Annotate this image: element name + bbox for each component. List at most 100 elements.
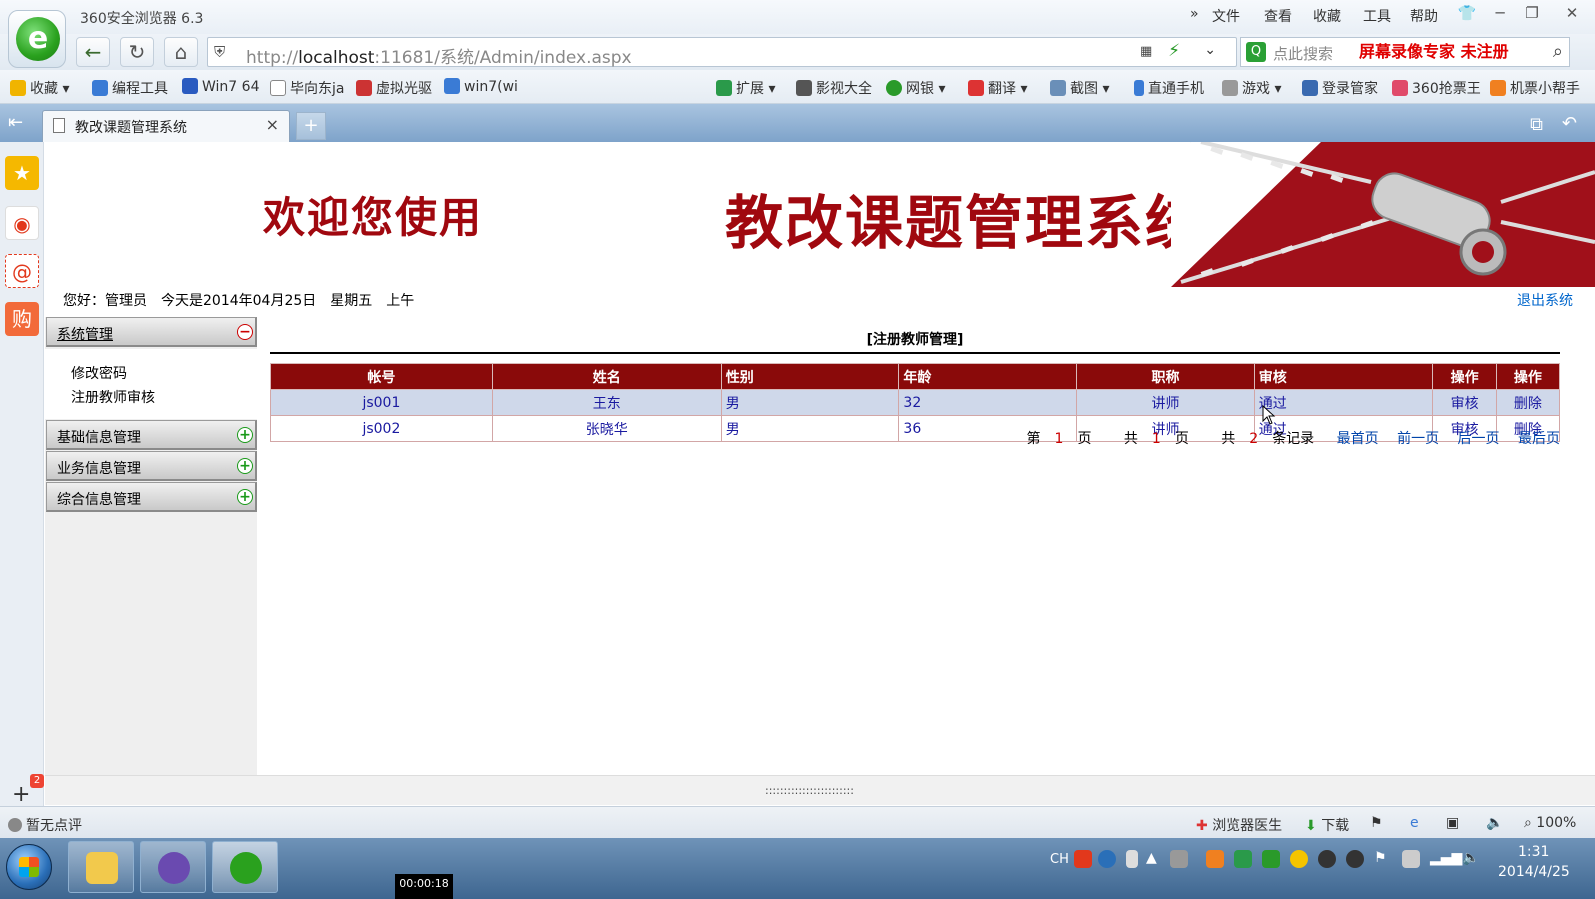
toolbar-screenshot[interactable]: 截图 ▾ [1050, 78, 1109, 98]
volume-icon[interactable]: 🔈 [1462, 850, 1480, 868]
qr-code-icon[interactable]: ▦ [1140, 44, 1156, 60]
bookmark-item[interactable]: win7(wi [444, 78, 518, 95]
bookmark-item[interactable]: 毕向东ja [270, 78, 344, 98]
new-tab-button[interactable]: + [296, 112, 326, 140]
scroll-grip[interactable]: :::::::::::::::::::::::: [765, 784, 854, 797]
plus-circle-icon[interactable] [1290, 850, 1308, 868]
bookmark-item[interactable]: Win7 64 [182, 78, 259, 95]
next-page-link[interactable]: 后一页 [1458, 431, 1500, 447]
menu-file[interactable]: 文件 [1212, 6, 1240, 26]
bookmark-item[interactable]: 编程工具 [92, 78, 168, 98]
qq-icon[interactable] [1346, 850, 1364, 868]
rating-status[interactable]: 暂无点评 [8, 815, 82, 835]
back-arrow-icon[interactable]: ← [76, 37, 110, 67]
toolbar-phone[interactable]: 直通手机 [1134, 78, 1204, 98]
security-shield-icon[interactable] [1234, 850, 1252, 868]
logout-link[interactable]: 退出系统 [1517, 290, 1573, 310]
download-button[interactable]: ⬇ 下载 [1305, 815, 1349, 835]
flag-icon[interactable]: ⚑ [1370, 815, 1383, 831]
address-bar[interactable]: ⛨ http://localhost:11681/系统/Admin/index.… [207, 37, 1237, 68]
add-icon[interactable]: + [12, 782, 30, 807]
home-icon[interactable]: ⌂ [164, 37, 198, 67]
tab-list-icon[interactable]: ⧉ [1530, 114, 1543, 135]
sidebar-toggle-icon[interactable]: ⇤ [8, 112, 23, 133]
close-window-button[interactable]: ✕ [1560, 4, 1584, 26]
delete-link[interactable]: 删除 [1514, 396, 1542, 412]
taskbar-explorer[interactable] [68, 841, 134, 893]
undo-close-icon[interactable]: ↶ [1562, 113, 1577, 134]
weibo-icon[interactable]: ◉ [5, 206, 39, 240]
search-engine-icon[interactable]: Q [1246, 42, 1266, 62]
start-button[interactable] [6, 844, 52, 890]
url-text[interactable]: http://localhost:11681/系统/Admin/index.as… [246, 43, 632, 68]
taskbar-visual-studio[interactable] [140, 841, 206, 893]
tiger-icon[interactable] [1206, 850, 1224, 868]
first-page-link[interactable]: 最首页 [1337, 431, 1379, 447]
refresh-icon[interactable]: ↻ [120, 37, 154, 67]
input-language[interactable]: CH [1050, 852, 1069, 867]
minimize-button[interactable]: ─ [1488, 4, 1512, 26]
usb-icon[interactable] [1402, 850, 1420, 868]
speaker-icon[interactable]: 🔈 [1486, 815, 1503, 831]
search-input[interactable]: 点此搜索 [1273, 43, 1333, 64]
ie-mode-icon[interactable]: e [1410, 815, 1419, 831]
expand-icon[interactable]: + [237, 427, 253, 443]
shield-icon[interactable]: ⛨ [214, 43, 232, 61]
menu-view[interactable]: 查看 [1264, 6, 1292, 26]
signal-icon[interactable]: ▂▄▆ [1430, 850, 1462, 868]
prev-page-link[interactable]: 前一页 [1397, 431, 1439, 447]
toolbar-login-manager[interactable]: 登录管家 [1302, 78, 1378, 98]
close-icon[interactable]: × [266, 115, 279, 134]
skin-icon[interactable]: 👕 [1455, 4, 1479, 26]
qq-icon[interactable] [1318, 850, 1336, 868]
search-icon[interactable]: ⌕ [1553, 41, 1563, 62]
toolbar-video[interactable]: 影视大全 [796, 78, 872, 98]
search-box[interactable]: Q 点此搜索 屏幕录像专家 未注册 ⌕ [1240, 37, 1570, 67]
guard-shield-icon[interactable] [1262, 850, 1280, 868]
horizontal-scrollbar[interactable]: :::::::::::::::::::::::: [45, 775, 1595, 805]
bookmark-item[interactable]: 虚拟光驱 [356, 78, 432, 98]
sogou-icon[interactable] [1074, 850, 1092, 868]
shopping-icon[interactable]: 购 [5, 302, 39, 336]
expand-icon[interactable]: + [237, 489, 253, 505]
toolbar-ticket[interactable]: 360抢票王 [1392, 78, 1481, 98]
tray-arrow-icon[interactable] [1126, 850, 1138, 868]
browser-logo-icon[interactable]: e [8, 10, 66, 68]
menu-section-business[interactable]: 业务信息管理 + [46, 451, 257, 481]
speed-mode-icon[interactable]: ⚡ [1168, 41, 1180, 61]
last-page-link[interactable]: 最后页 [1518, 431, 1560, 447]
zoom-control[interactable]: ⌕ 100% [1524, 815, 1576, 831]
window-icon[interactable]: ▣ [1446, 815, 1459, 831]
help-icon[interactable] [1098, 850, 1116, 868]
table-row[interactable]: js001 王东 男 32 讲师 通过 审核 删除 [270, 389, 1561, 416]
network-device-icon[interactable] [1170, 850, 1188, 868]
toolbar-extensions[interactable]: 扩展 ▾ [716, 78, 775, 98]
more-menus-chevron[interactable]: » [1190, 6, 1199, 22]
action-center-flag-icon[interactable]: ⚑ [1374, 850, 1392, 868]
taskbar-360-browser[interactable] [212, 841, 278, 893]
expand-icon[interactable]: + [237, 458, 253, 474]
star-icon[interactable]: ★ [5, 156, 39, 190]
restore-button[interactable]: ❐ [1520, 4, 1544, 26]
tab-active[interactable]: 教改课题管理系统 × [42, 110, 290, 142]
show-hidden-icon[interactable]: ▲ [1146, 850, 1157, 868]
menu-item-change-password[interactable]: 修改密码 [71, 363, 127, 383]
chevron-down-icon[interactable]: ⌄ [1204, 42, 1216, 58]
clock-date[interactable]: 2014/4/25 [1498, 864, 1570, 880]
menu-section-system[interactable]: 系统管理 − [46, 317, 257, 347]
mail-icon[interactable]: @ [5, 254, 39, 288]
clock-time[interactable]: 1:31 [1518, 844, 1549, 860]
browser-doctor[interactable]: ✚ 浏览器医生 [1196, 815, 1282, 835]
toolbar-flight[interactable]: 机票小帮手 [1490, 78, 1580, 98]
bookmark-favorites[interactable]: 收藏 ▾ [10, 78, 69, 98]
review-link[interactable]: 审核 [1451, 396, 1479, 412]
menu-item-teacher-review[interactable]: 注册教师审核 [71, 387, 155, 407]
menu-section-basic[interactable]: 基础信息管理 + [46, 420, 257, 450]
menu-tools[interactable]: 工具 [1363, 6, 1391, 26]
menu-favorites[interactable]: 收藏 [1313, 6, 1341, 26]
toolbar-bank[interactable]: 网银 ▾ [886, 78, 945, 98]
menu-section-overall[interactable]: 综合信息管理 + [46, 482, 257, 512]
toolbar-games[interactable]: 游戏 ▾ [1222, 78, 1281, 98]
menu-help[interactable]: 帮助 [1410, 6, 1438, 26]
toolbar-translate[interactable]: 翻译 ▾ [968, 78, 1027, 98]
